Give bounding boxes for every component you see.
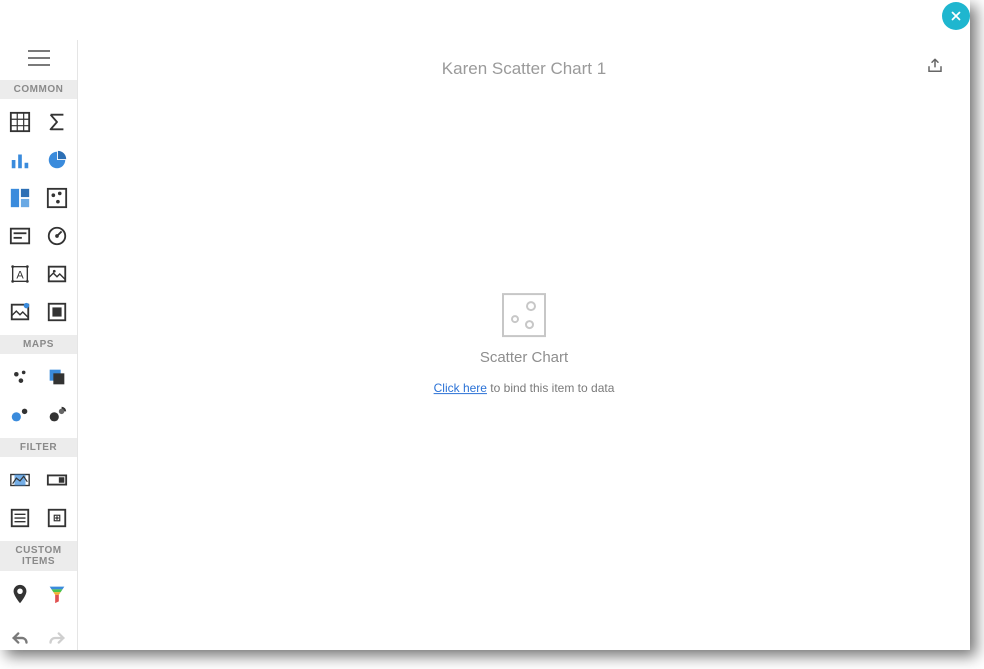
menu-button[interactable] [28,50,50,66]
undo-redo-row [0,617,77,650]
scatter-item-icon[interactable] [39,179,76,217]
export-icon [926,57,944,75]
custom-funnel-icon[interactable] [39,575,76,613]
empty-state: Scatter Chart Click here to bind this it… [424,293,624,397]
undo-button[interactable] [4,623,39,650]
sidebar: COMMON [0,40,78,650]
empty-state-title: Scatter Chart [424,349,624,366]
export-button[interactable] [926,57,950,81]
custom-items [0,571,77,617]
topbar [0,0,970,40]
range-filter-icon[interactable] [2,461,39,499]
bubble-map-icon[interactable] [2,396,39,434]
treemap-item-icon[interactable] [2,179,39,217]
close-button[interactable] [942,2,970,30]
custom-marker-icon[interactable] [2,575,39,613]
close-icon [949,9,963,23]
image-item-icon[interactable] [39,255,76,293]
filter-items [0,457,77,541]
app-shell: COMMON [0,0,970,650]
card-item-icon[interactable] [2,217,39,255]
pie-chart-item-icon[interactable] [39,141,76,179]
common-items: A [0,99,77,335]
empty-state-hint-tail: to bind this item to data [487,381,614,395]
empty-state-hint: Click here to bind this item to data [424,380,624,397]
chart-title[interactable]: Karen Scatter Chart 1 [122,59,926,79]
svg-text:A: A [17,270,25,282]
pie-map-icon[interactable] [39,396,76,434]
section-header-maps: MAPS [0,335,77,354]
treeview-filter-icon[interactable] [39,499,76,537]
canvas-header: Karen Scatter Chart 1 [78,40,970,98]
bound-image-item-icon[interactable] [2,293,39,331]
bar-chart-item-icon[interactable] [2,141,39,179]
geopoint-map-icon[interactable] [2,358,39,396]
canvas: Karen Scatter Chart 1 Scatter Chart Clic… [78,40,970,650]
sum-item-icon[interactable] [39,103,76,141]
bind-data-link[interactable]: Click here [434,381,487,395]
section-header-common: COMMON [0,80,77,99]
group-item-icon[interactable] [39,293,76,331]
section-header-custom: CUSTOM ITEMS [0,541,77,571]
choropleth-map-icon[interactable] [39,358,76,396]
listbox-filter-icon[interactable] [2,499,39,537]
combobox-filter-icon[interactable] [39,461,76,499]
redo-button[interactable] [39,623,74,650]
grid-item-icon[interactable] [2,103,39,141]
scatter-chart-placeholder-icon [502,293,546,337]
section-header-filter: FILTER [0,438,77,457]
gauge-item-icon[interactable] [39,217,76,255]
maps-items [0,354,77,438]
textbox-item-icon[interactable]: A [2,255,39,293]
